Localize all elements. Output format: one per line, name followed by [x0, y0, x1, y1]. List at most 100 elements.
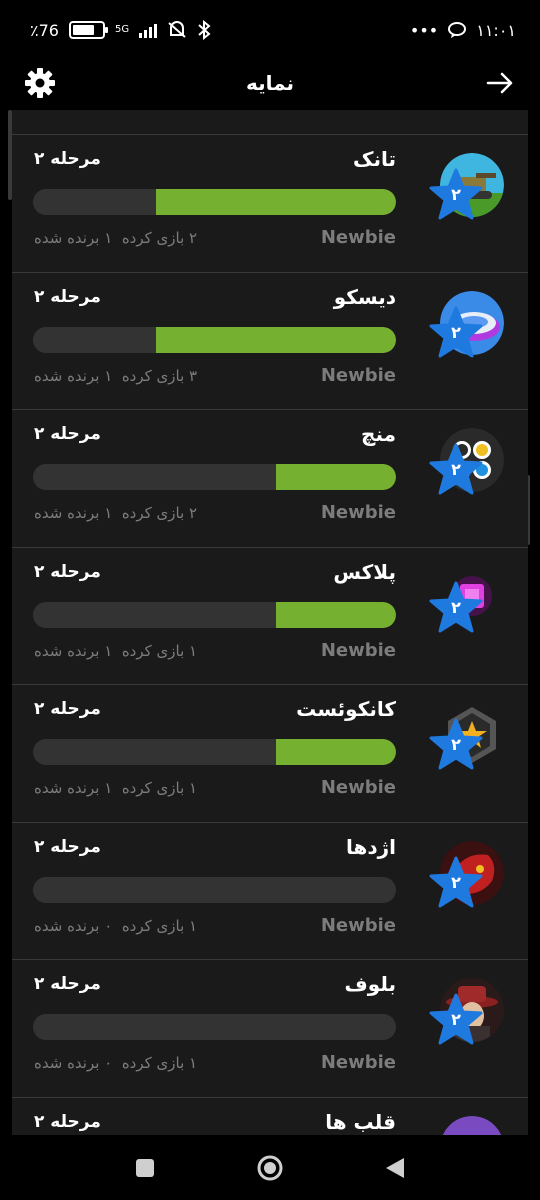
rank-label: Newbie [320, 364, 396, 386]
game-card[interactable]: مرحله ۲ دیسکو ۳ بازی کرده ۱ برنده شده Ne… [12, 271, 528, 409]
level-number: ۲ [451, 872, 461, 892]
settings-button[interactable] [22, 65, 58, 101]
level-star-icon: ۲ [428, 992, 484, 1048]
won-count: ۱ برنده شده [34, 229, 113, 247]
progress-bar [33, 189, 396, 215]
game-card[interactable]: مرحله ۲ تانک ۲ بازی کرده ۱ برنده شده New… [12, 134, 528, 272]
hearts-icon [440, 1115, 504, 1135]
game-name: پلاکس [333, 559, 396, 584]
game-name: کانکوئست [296, 697, 396, 721]
played-count: ۱ بازی کرده [121, 916, 198, 935]
game-name: منچ [361, 422, 396, 446]
game-stats: ۱ بازی کرده ۰ برنده شده [34, 917, 197, 935]
signal-icon [139, 22, 158, 38]
played-count: ۲ بازی کرده [121, 504, 198, 522]
game-name: اژدها [345, 834, 396, 859]
more-dots: ••• [409, 20, 439, 40]
game-card[interactable]: مرحله ۲ اژدها ۱ بازی کرده ۰ برنده شده Ne… [12, 821, 528, 959]
won-count: ۰ برنده شده [34, 916, 113, 935]
game-stats-list[interactable]: مرحله ۲ تانک ۲ بازی کرده ۱ برنده شده New… [12, 110, 528, 1135]
home-circle-icon[interactable] [256, 1154, 284, 1182]
played-count: ۱ بازی کرده [121, 641, 198, 660]
played-count: ۱ بازی کرده [121, 779, 198, 797]
game-card[interactable]: مرحله ۲ پلاکس ۱ بازی کرده ۱ برنده شده Ne… [12, 546, 528, 684]
level-star-icon: ۲ [428, 305, 484, 361]
battery-percent: ٪76 [30, 20, 59, 40]
battery-icon [68, 21, 108, 39]
clock: ۱۱:۰۱ [476, 20, 516, 40]
level-star-icon: ۲ [428, 717, 484, 773]
system-nav-bar [0, 1135, 540, 1200]
game-name: تانک [352, 147, 396, 171]
progress-bar [33, 601, 396, 628]
status-bar: ٪76 5G ••• ۱۱:۰۱ [0, 0, 540, 60]
stage-label: مرحله ۲ [34, 149, 101, 169]
progress-bar [33, 326, 396, 353]
played-count: ۳ بازی کرده [121, 366, 198, 385]
game-stats: ۱ بازی کرده ۰ برنده شده [34, 1054, 197, 1072]
rank-label: Newbie [320, 1052, 396, 1073]
game-card[interactable]: مرحله ۲ منچ ۲ بازی کرده ۱ برنده شده Newb… [12, 409, 528, 547]
level-star-icon: ۲ [428, 442, 484, 498]
game-card[interactable]: مرحله ۲ قلب ها [12, 1096, 528, 1135]
rank-label: Newbie [320, 502, 396, 523]
level-star-icon: ۲ [428, 855, 484, 911]
stage-label: مرحله ۲ [34, 286, 101, 307]
game-stats: ۱ بازی کرده ۱ برنده شده [34, 779, 197, 797]
status-left: ٪76 5G [30, 20, 211, 40]
progress-fill [156, 189, 396, 215]
level-star-icon: ۲ [428, 167, 484, 223]
progress-fill [276, 739, 396, 765]
won-count: ۱ برنده شده [34, 504, 113, 522]
game-card[interactable]: مرحله ۲ بلوف ۱ بازی کرده ۰ برنده شده New… [12, 959, 528, 1097]
stage-label: مرحله ۲ [34, 836, 101, 857]
mute-vibrate-icon [168, 21, 186, 38]
game-name: بلوف [344, 972, 396, 996]
progress-bar [33, 876, 396, 903]
won-count: ۱ برنده شده [34, 779, 113, 797]
played-count: ۱ بازی کرده [121, 1054, 198, 1072]
won-count: ۱ برنده شده [34, 366, 113, 385]
stage-label: مرحله ۲ [34, 424, 101, 444]
game-card[interactable]: مرحله ۲ کانکوئست ۱ بازی کرده ۱ برنده شده… [12, 684, 528, 822]
game-stats: ۲ بازی کرده ۱ برنده شده [34, 229, 197, 247]
progress-fill [156, 326, 396, 353]
stage-label: مرحله ۲ [34, 1111, 101, 1132]
rank-label: Newbie [320, 639, 396, 661]
level-star-icon: ۲ [428, 580, 484, 636]
game-stats: ۱ بازی کرده ۱ برنده شده [34, 642, 197, 660]
gear-icon [25, 68, 55, 98]
back-triangle-icon[interactable] [384, 1156, 406, 1180]
level-number: ۲ [451, 1010, 461, 1029]
progress-fill [276, 601, 396, 628]
level-number: ۲ [451, 597, 461, 617]
won-count: ۰ برنده شده [34, 1054, 113, 1072]
screen: ٪76 5G ••• ۱۱:۰۱ نمایه مرحله ۲ تانک ۲ با… [0, 0, 540, 1200]
progress-bar [33, 739, 396, 765]
progress-bar [33, 464, 396, 490]
status-right: ••• ۱۱:۰۱ [410, 21, 516, 40]
app-header: نمایه [0, 60, 540, 106]
network-type: 5G [114, 24, 130, 35]
message-icon [448, 22, 467, 38]
played-count: ۲ بازی کرده [121, 229, 198, 247]
list-top-spacer [12, 110, 528, 134]
progress-fill [276, 464, 396, 490]
stage-label: مرحله ۲ [34, 561, 101, 582]
game-name: دیسکو [333, 284, 396, 309]
recents-square-icon[interactable] [134, 1157, 156, 1179]
arrow-right-icon [486, 72, 513, 94]
game-stats: ۳ بازی کرده ۱ برنده شده [34, 367, 197, 385]
stage-label: مرحله ۲ [34, 699, 101, 719]
rank-label: Newbie [320, 227, 396, 248]
stage-label: مرحله ۲ [34, 974, 101, 994]
game-stats: ۲ بازی کرده ۱ برنده شده [34, 504, 197, 522]
page-title: نمایه [245, 71, 295, 95]
won-count: ۱ برنده شده [34, 641, 113, 660]
level-number: ۲ [451, 735, 461, 754]
rank-label: Newbie [320, 777, 396, 798]
back-button[interactable] [482, 65, 518, 101]
game-name: قلب ها [325, 1109, 396, 1134]
progress-bar [33, 1014, 396, 1040]
rank-label: Newbie [320, 914, 396, 936]
